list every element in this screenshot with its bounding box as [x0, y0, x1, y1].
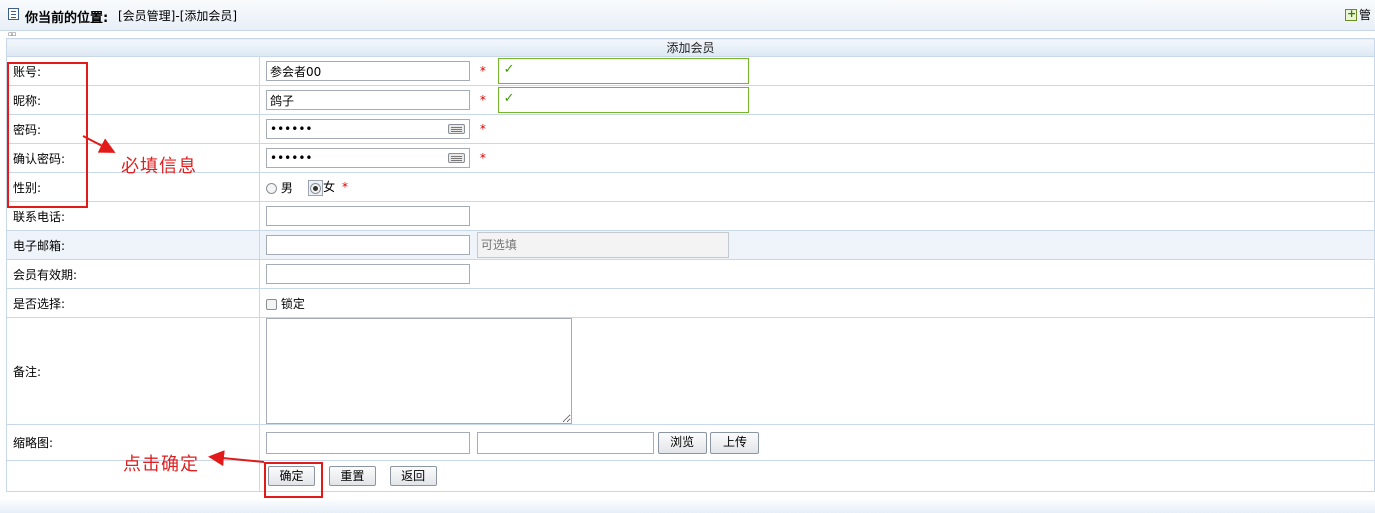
required-mark: *: [479, 122, 486, 136]
location-bar: 你当前的位置: [会员管理]-[添加会员] 管: [0, 0, 1375, 31]
nickname-validation-box: ✓: [497, 87, 749, 113]
lock-checkbox[interactable]: [266, 298, 277, 310]
nickname-input[interactable]: [266, 90, 470, 110]
manage-link-label: 管: [1359, 8, 1372, 22]
keyboard-icon[interactable]: [448, 124, 465, 134]
email-optional-field[interactable]: [476, 232, 729, 258]
required-mark: *: [479, 93, 486, 107]
reset-button[interactable]: 重置: [328, 466, 376, 486]
gender-female-label: 女: [323, 180, 336, 195]
location-label: 你当前的位置:: [25, 11, 109, 26]
thumbnail-path-input[interactable]: [266, 431, 470, 454]
bottom-strip: [0, 500, 1375, 513]
validity-input[interactable]: [266, 264, 470, 284]
email-input[interactable]: [266, 235, 470, 255]
validity-label: 会员有效期:: [6, 259, 260, 289]
phone-input[interactable]: [266, 206, 470, 226]
required-mark: *: [479, 64, 486, 78]
gender-male-option[interactable]: 男: [266, 179, 293, 196]
click-confirm-note: 点击确定: [123, 454, 199, 475]
back-button[interactable]: 返回: [389, 466, 437, 486]
account-input[interactable]: [266, 61, 470, 81]
breadcrumb: [会员管理]-[添加会员]: [118, 9, 238, 23]
check-icon: ✓: [503, 91, 515, 106]
add-icon: [1345, 7, 1357, 21]
email-label: 电子邮箱:: [6, 230, 260, 260]
notes-textarea[interactable]: [266, 318, 572, 424]
check-icon: ✓: [503, 62, 515, 77]
confirm-password-input[interactable]: [266, 148, 470, 168]
browse-button[interactable]: 浏览: [657, 431, 707, 454]
manage-link[interactable]: 管: [1345, 6, 1371, 23]
add-member-form: 添加会员 账号: * ✓ 昵称: * ✓ 密码: *: [6, 38, 1375, 492]
form-title: 添加会员: [6, 38, 1375, 57]
required-info-note: 必填信息: [121, 156, 197, 177]
thumbnail-file-input[interactable]: [476, 431, 654, 454]
lock-checkbox-label: 锁定: [280, 296, 305, 311]
collapse-toggle[interactable]: ▫▫: [8, 30, 16, 38]
required-mark: *: [341, 180, 348, 194]
account-validation-box: ✓: [497, 58, 749, 84]
notes-label: 备注:: [6, 317, 260, 425]
required-mark: *: [479, 151, 486, 165]
confirm-button-highlight: [264, 462, 323, 498]
radio-male[interactable]: [266, 182, 277, 194]
gender-female-option[interactable]: 女: [308, 178, 335, 196]
gender-male-label: 男: [280, 180, 293, 195]
password-input[interactable]: [266, 119, 470, 139]
document-icon: [8, 8, 19, 20]
radio-female[interactable]: [310, 182, 322, 194]
upload-button[interactable]: 上传: [710, 431, 760, 454]
required-fields-highlight: [7, 62, 88, 208]
keyboard-icon[interactable]: [448, 153, 465, 163]
select-label: 是否选择:: [6, 288, 260, 318]
